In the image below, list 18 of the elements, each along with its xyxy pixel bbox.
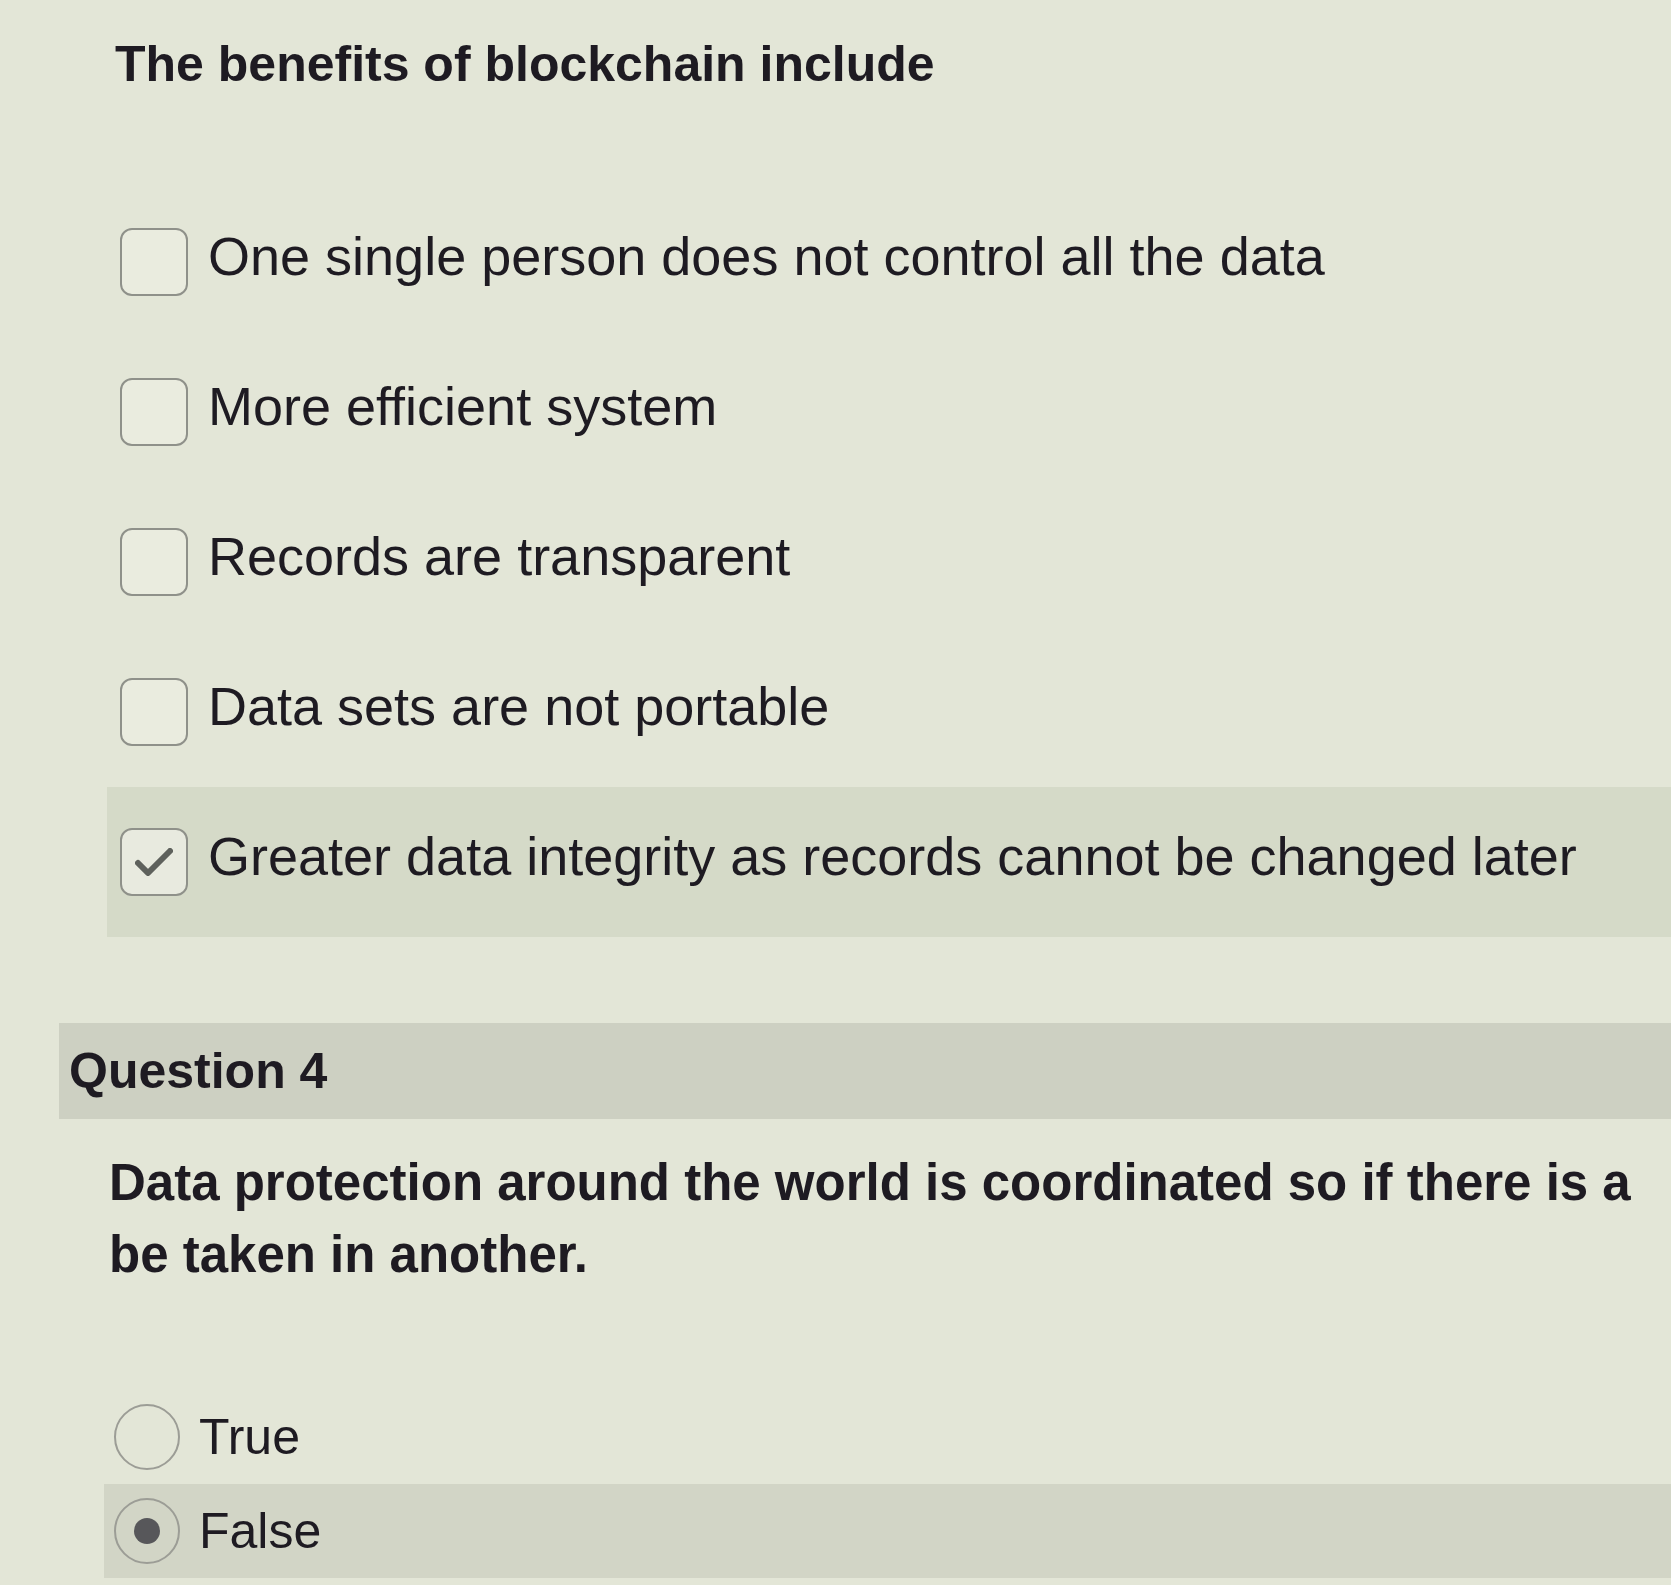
checkbox[interactable] (120, 828, 188, 896)
check-icon (135, 848, 173, 876)
option-label[interactable]: Greater data integrity as records cannot be changed later (208, 825, 1577, 887)
question-number: Question 4 (69, 1042, 328, 1101)
radio-button[interactable] (114, 1404, 180, 1470)
option-label[interactable]: Records are transparent (208, 525, 791, 587)
checkbox[interactable] (120, 678, 188, 746)
checkbox[interactable] (120, 528, 188, 596)
option-label[interactable]: Data sets are not portable (208, 675, 830, 737)
checkbox[interactable] (120, 228, 188, 296)
checkbox[interactable] (120, 378, 188, 446)
option-label[interactable]: One single person does not control all the data (208, 225, 1325, 287)
option-label[interactable]: False (199, 1501, 322, 1561)
question-prompt: The benefits of blockchain include (115, 35, 935, 94)
option-label[interactable]: True (199, 1407, 300, 1467)
question-prompt: Data protection around the world is coordinated so if there is a be taken in another. (109, 1153, 1631, 1285)
radio-button[interactable] (114, 1498, 180, 1564)
option-label[interactable]: More efficient system (208, 375, 718, 437)
